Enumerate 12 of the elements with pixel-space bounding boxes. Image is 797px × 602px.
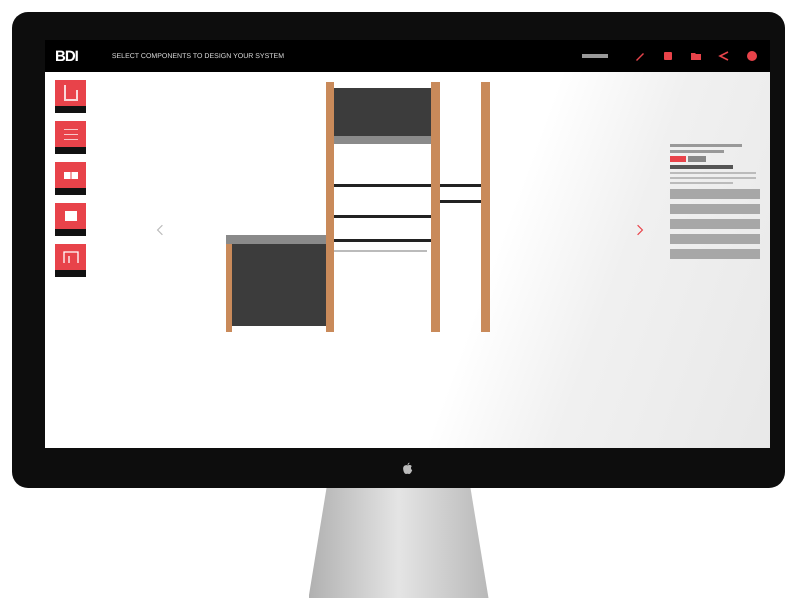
component-button[interactable] [55,244,86,277]
component-button[interactable] [55,80,86,113]
component-button[interactable] [55,203,86,236]
save-icon[interactable] [662,50,674,62]
apple-logo-icon [402,462,413,474]
pencil-icon[interactable] [634,50,646,62]
share-icon[interactable] [718,50,730,62]
logo: BDI [55,48,78,64]
component-button[interactable] [55,121,86,154]
component-button[interactable] [55,162,86,195]
folder-icon[interactable] [690,50,702,62]
help-icon[interactable] [746,50,758,62]
